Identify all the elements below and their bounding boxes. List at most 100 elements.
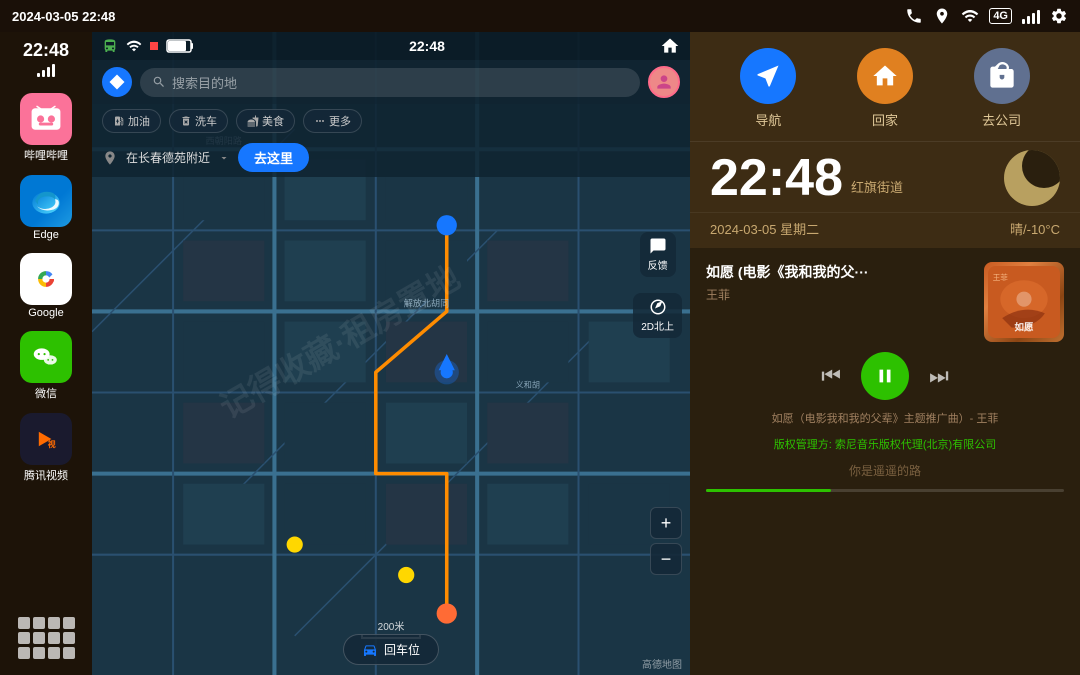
music-copyright: 版权管理方: 索尼音乐版权代理(北京)有限公司 — [706, 436, 1064, 452]
bilibili-label: 哔哩哔哩 — [24, 147, 68, 163]
play-pause-button[interactable] — [861, 352, 909, 400]
music-controls: ⏮ ⏭ — [706, 352, 1064, 400]
zoom-out-button[interactable]: − — [650, 543, 682, 575]
route-end-marker — [437, 215, 457, 235]
google-app-icon — [20, 253, 72, 305]
map-clock: 22:48 — [409, 38, 445, 54]
battery-icon — [166, 39, 194, 53]
bus-icon — [102, 38, 118, 54]
nav-shortcut-navigate[interactable]: 导航 — [740, 48, 796, 129]
amenity-food[interactable]: 美食 — [236, 109, 295, 133]
right-panel: 导航 回家 去公司 22:48 红旗街道 — [690, 32, 1080, 675]
music-info: 如愿 (电影《我和我的父··· 王菲 — [706, 262, 972, 303]
nav-shortcut-home[interactable]: 回家 — [857, 48, 913, 129]
progress-fill — [706, 489, 831, 492]
feedback-button[interactable]: 反馈 — [640, 232, 676, 277]
svg-text:王菲: 王菲 — [993, 272, 1009, 282]
compass-button[interactable]: 2D北上 — [633, 293, 682, 338]
status-icons: 4G — [905, 7, 1068, 25]
map-marker-icon — [102, 150, 118, 166]
location-icon — [933, 7, 951, 25]
album-art: 如愿 王菲 — [984, 262, 1064, 342]
svg-text:视: 视 — [48, 439, 56, 449]
map-search-icon — [152, 75, 166, 89]
scale-label: 200米 — [378, 618, 405, 633]
settings-icon[interactable] — [1050, 7, 1068, 25]
location-near-text: 在长春德苑附近 — [126, 149, 210, 166]
map-section[interactable]: 22:48 搜索目的地 — [92, 32, 690, 675]
tencent-label: 腾讯视频 — [24, 467, 68, 483]
grid-dot — [63, 632, 75, 644]
progress-bar[interactable] — [706, 489, 1064, 492]
grid-dot — [33, 632, 45, 644]
phone-icon — [905, 7, 923, 25]
signal-bars — [1022, 8, 1040, 24]
home-icon-circle — [857, 48, 913, 104]
return-car-button[interactable]: 回车位 — [343, 634, 439, 665]
google-label: Google — [28, 307, 63, 319]
home-nav-icon[interactable] — [660, 36, 680, 56]
navigate-label: 导航 — [755, 110, 781, 129]
alert-dot — [150, 42, 158, 50]
work-icon-circle — [974, 48, 1030, 104]
music-player: 如愿 (电影《我和我的父··· 王菲 如愿 王菲 — [690, 248, 1080, 675]
sidebar-item-bilibili[interactable]: 哔哩哔哩 — [6, 89, 86, 167]
main-clock: 22:48 — [710, 152, 843, 204]
route-start-marker — [437, 603, 457, 623]
amenity-wash-label: 洗车 — [195, 113, 217, 129]
weather-display: 晴/-10°C — [1010, 219, 1060, 238]
grid-dot — [63, 617, 75, 629]
sidebar-item-wechat[interactable]: 微信 — [6, 327, 86, 405]
amenity-more-label: 更多 — [329, 113, 351, 129]
sidebar: 22:48 哔哩哔哩 — [0, 32, 92, 675]
sidebar-time: 22:48 — [23, 40, 69, 61]
battery-indicator — [166, 39, 194, 53]
amenity-wash[interactable]: 洗车 — [169, 109, 228, 133]
sidebar-time-widget: 22:48 — [23, 40, 69, 77]
edge-label: Edge — [33, 229, 59, 241]
status-bar: 2024-03-05 22:48 4G — [0, 0, 1080, 32]
chevron-down-icon — [218, 152, 230, 164]
music-lyric: 你是遥遥的路 — [706, 462, 1064, 479]
time-widget: 22:48 红旗街道 — [690, 141, 1080, 212]
compass-label: 2D北上 — [641, 318, 674, 333]
amenity-food-label: 美食 — [262, 113, 284, 129]
feedback-label: 反馈 — [648, 257, 668, 272]
map-search-box[interactable]: 搜索目的地 — [140, 68, 640, 97]
go-here-button[interactable]: 去这里 — [238, 143, 309, 172]
navigate-icon-circle — [740, 48, 796, 104]
nav-shortcut-work[interactable]: 去公司 — [974, 48, 1030, 129]
map-watermark: 高德地图 — [642, 656, 682, 671]
zoom-in-button[interactable]: + — [650, 507, 682, 539]
amenity-bar: 加油 洗车 美食 更多 — [92, 104, 690, 138]
sidebar-item-edge[interactable]: Edge — [6, 171, 86, 245]
sidebar-item-google[interactable]: Google — [6, 249, 86, 323]
user-avatar[interactable] — [648, 66, 680, 98]
music-subtitle: 如愿（电影我和我的父辈》主题推广曲）- 王菲 — [706, 410, 1064, 426]
grid-dot — [18, 617, 30, 629]
svg-text:如愿: 如愿 — [1015, 321, 1034, 333]
grid-dot — [48, 632, 60, 644]
app-grid-button[interactable] — [10, 609, 83, 667]
music-title: 如愿 (电影《我和我的父··· — [706, 262, 972, 282]
bilibili-icon — [20, 93, 72, 145]
wechat-label: 微信 — [35, 385, 57, 401]
nav-app-icon — [102, 67, 132, 97]
dest-marker-2 — [398, 567, 414, 583]
grid-dot — [48, 617, 60, 629]
home-label: 回家 — [872, 110, 898, 129]
tencent-app-icon: 视 — [20, 413, 72, 465]
amenity-gas-label: 加油 — [128, 113, 150, 129]
work-label: 去公司 — [982, 110, 1021, 129]
grid-dot — [18, 632, 30, 644]
amenity-gas[interactable]: 加油 — [102, 109, 161, 133]
next-button[interactable]: ⏭ — [929, 363, 949, 389]
map-status-row: 22:48 — [92, 32, 690, 60]
map-wifi-icon — [126, 38, 142, 54]
prev-button[interactable]: ⏮ — [821, 363, 841, 389]
sidebar-item-tencent[interactable]: 视 腾讯视频 — [6, 409, 86, 487]
grid-dot — [33, 617, 45, 629]
main-content: 22:48 哔哩哔哩 — [0, 32, 1080, 675]
svg-text:义和胡: 义和胡 — [516, 379, 540, 389]
amenity-more[interactable]: 更多 — [303, 109, 362, 133]
